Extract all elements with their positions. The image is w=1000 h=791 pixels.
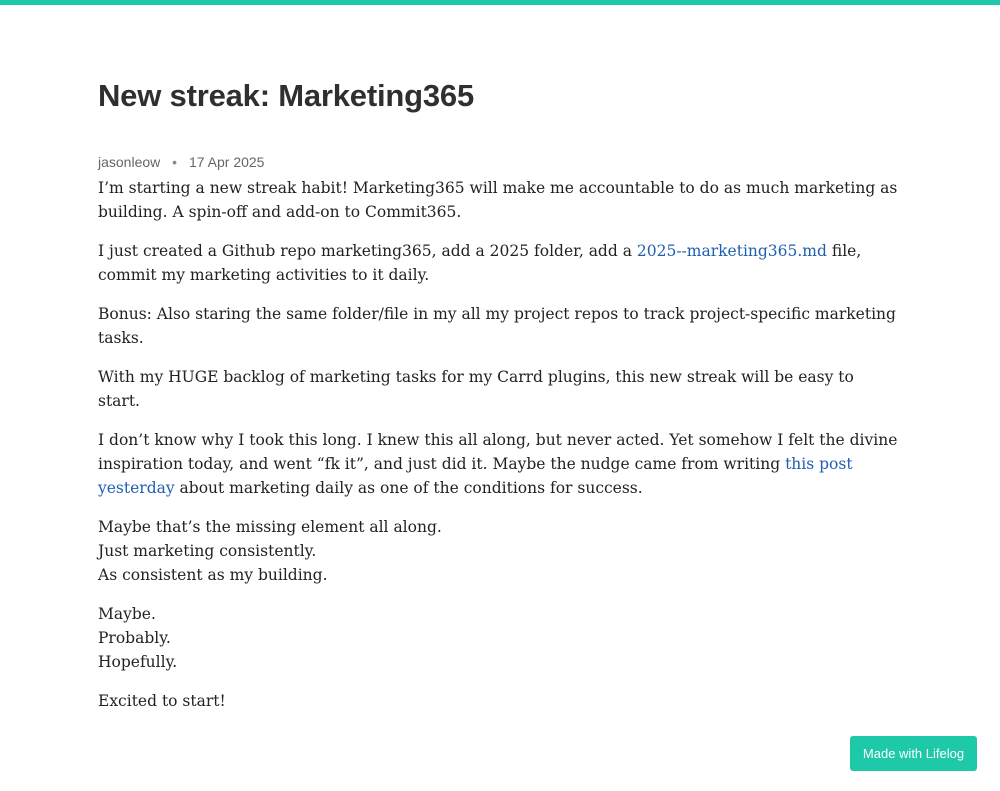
post-article: New streak: Marketing365 jasonleow • 17 … — [98, 74, 898, 728]
post-paragraph-3: Bonus: Also staring the same folder/file… — [98, 305, 896, 347]
post-title: New streak: Marketing365 — [98, 78, 474, 113]
post-meta: jasonleow • 17 Apr 2025 — [98, 153, 898, 171]
post-paragraph-1: I’m starting a new streak habit! Marketi… — [98, 179, 898, 221]
post-date: 17 Apr 2025 — [188, 154, 265, 170]
paragraph-line: Hopefully. — [98, 653, 178, 671]
post-paragraph-4: With my HUGE backlog of marketing tasks … — [98, 368, 854, 410]
markdown-file-link[interactable]: 2025--marketing365.md — [637, 242, 827, 260]
top-accent-bar — [0, 0, 1000, 5]
paragraph-line: Maybe that’s the missing element all alo… — [98, 518, 442, 536]
made-with-lifelog-button[interactable]: Made with Lifelog — [850, 736, 977, 771]
meta-separator: • — [172, 154, 178, 170]
post-paragraph-6: Maybe that’s the missing element all alo… — [98, 515, 898, 587]
paragraph-text: I just created a Github repo marketing36… — [98, 242, 637, 260]
post-author[interactable]: jasonleow — [98, 154, 160, 170]
paragraph-line: As consistent as my building. — [98, 566, 328, 584]
paragraph-line: Just marketing consistently. — [98, 542, 317, 560]
paragraph-text: I don’t know why I took this long. I kne… — [98, 431, 898, 473]
paragraph-text: about marketing daily as one of the cond… — [174, 479, 643, 497]
post-paragraph-7: Maybe. Probably. Hopefully. — [98, 602, 898, 674]
post-paragraph-5: I don’t know why I took this long. I kne… — [98, 428, 898, 500]
post-paragraph-8: Excited to start! — [98, 692, 226, 710]
paragraph-line: Probably. — [98, 629, 171, 647]
post-paragraph-2: I just created a Github repo marketing36… — [98, 239, 898, 287]
paragraph-line: Maybe. — [98, 605, 156, 623]
post-body: I’m starting a new streak habit! Marketi… — [98, 176, 898, 713]
